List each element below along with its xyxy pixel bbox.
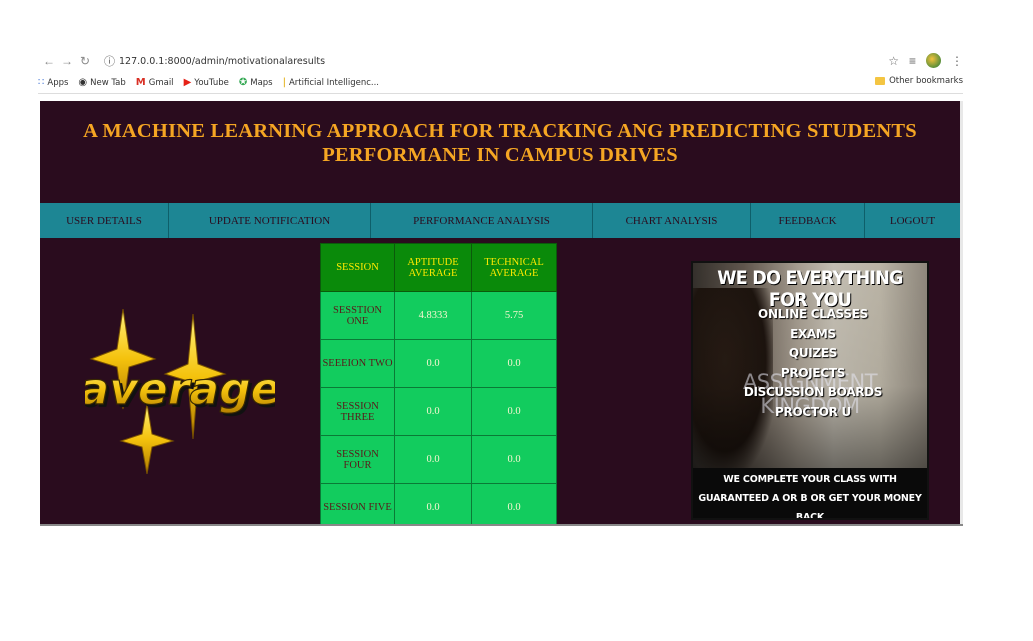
nav-user-details[interactable]: USER DETAILS — [40, 203, 169, 238]
bookmark-new-tab[interactable]: ◉ New Tab — [78, 77, 125, 88]
page-title: A MACHINE LEARNING APPROACH FOR TRACKING… — [40, 119, 960, 167]
menu-icon[interactable]: ⋮ — [951, 54, 963, 68]
page-content: A MACHINE LEARNING APPROACH FOR TRACKING… — [40, 101, 960, 525]
maps-icon: ✪ — [238, 77, 248, 88]
technical-cell: 0.0 — [471, 483, 557, 525]
aptitude-cell: 0.0 — [394, 483, 472, 525]
technical-cell: 0.0 — [471, 435, 557, 484]
nav-logout[interactable]: LOGOUT — [865, 203, 960, 238]
header-session: SESSION — [320, 243, 395, 292]
ad-item: ONLINE CLASSES — [758, 307, 868, 321]
address-bar-row: ← → ↻ ⓘ 127.0.0.1:8000/admin/motivationa… — [38, 51, 963, 71]
gmail-icon: M — [135, 77, 146, 88]
aptitude-cell: 0.0 — [394, 435, 472, 484]
page-bottom-border — [40, 524, 963, 526]
nav-update-notification[interactable]: UPDATE NOTIFICATION — [169, 203, 371, 238]
aptitude-cell: 0.0 — [394, 387, 472, 436]
average-image: average average — [79, 308, 283, 475]
ad-footer-line-1: WE COMPLETE YOUR CLASS WITH — [723, 474, 897, 485]
ad-footer: WE COMPLETE YOUR CLASS WITH GUARANTEED A… — [693, 470, 927, 520]
technical-cell: 5.75 — [471, 291, 557, 340]
page-scrollbar[interactable] — [960, 101, 963, 525]
ad-item: EXAMS — [790, 326, 836, 341]
main-nav: USER DETAILS UPDATE NOTIFICATION PERFORM… — [40, 203, 960, 238]
youtube-icon: ▶ — [183, 77, 192, 88]
address-bar[interactable]: ⓘ 127.0.0.1:8000/admin/motivationalaresu… — [104, 53, 325, 69]
table-row: SESSTION ONE 4.8333 5.75 — [320, 291, 557, 340]
ad-item: PROJECTS — [780, 365, 846, 380]
average-sparkle-graphic: average average — [79, 308, 283, 475]
advertisement-banner[interactable]: ASSIGNMENT KINGDOM WE DO EVERYTHING FOR … — [691, 261, 929, 520]
table-row: SEEEION TWO 0.0 0.0 — [320, 339, 557, 388]
technical-cell: 0.0 — [471, 339, 557, 388]
average-text: average — [85, 364, 275, 415]
table-row: SESSION FIVE 0.0 0.0 — [320, 483, 557, 525]
folder-icon — [875, 77, 886, 85]
bookmark-apps[interactable]: ∷ Apps — [38, 77, 68, 88]
session-cell: SESSION THREE — [320, 387, 395, 436]
star-icon[interactable]: ☆ — [888, 54, 899, 68]
session-cell: SESSION FIVE — [320, 483, 395, 525]
header-aptitude-average: APTITUDE AVERAGE — [394, 243, 472, 292]
ad-item: QUIZES — [788, 346, 838, 360]
session-cell: SESSTION ONE — [320, 291, 395, 340]
apps-icon: ∷ — [38, 77, 45, 88]
profile-avatar[interactable] — [926, 53, 941, 68]
title-line-2: PERFORMANE IN CAMPUS DRIVES — [322, 144, 678, 166]
info-icon[interactable]: ⓘ — [104, 53, 115, 69]
header-technical-average: TECHNICAL AVERAGE — [471, 243, 557, 292]
table-row: SESSION FOUR 0.0 0.0 — [320, 435, 557, 484]
title-line-1: A MACHINE LEARNING APPROACH FOR TRACKING… — [83, 120, 917, 142]
ad-item: PROCTOR U — [775, 404, 851, 419]
bookmark-maps[interactable]: ✪ Maps — [239, 77, 273, 88]
aptitude-cell: 4.8333 — [394, 291, 472, 340]
bookmark-gmail[interactable]: M Gmail — [136, 77, 174, 88]
toolbar-right: ☆ ≡ ⋮ — [888, 53, 963, 68]
reload-icon[interactable]: ↻ — [78, 54, 92, 68]
globe-icon: ◉ — [78, 77, 88, 88]
bookmark-youtube[interactable]: ▶ YouTube — [184, 77, 229, 88]
bookmark-ai[interactable]: | Artificial Intelligenc... — [283, 77, 379, 88]
nav-chart-analysis[interactable]: CHART ANALYSIS — [593, 203, 751, 238]
url-text[interactable]: 127.0.0.1:8000/admin/motivationalaresult… — [119, 56, 325, 67]
bookmark-icon: | — [282, 77, 286, 88]
nav-performance-analysis[interactable]: PERFORMANCE ANALYSIS — [371, 203, 593, 238]
table-header-row: SESSION APTITUDE AVERAGE TECHNICAL AVERA… — [320, 243, 557, 292]
table-row: SESSION THREE 0.0 0.0 — [320, 387, 557, 436]
ad-item: DISCUSSION BOARDS — [743, 385, 883, 399]
session-cell: SEEEION TWO — [320, 339, 395, 388]
ad-footer-line-2: GUARANTEED A OR B OR GET YOUR MONEY BACK — [698, 493, 922, 520]
aptitude-cell: 0.0 — [394, 339, 472, 388]
technical-cell: 0.0 — [471, 387, 557, 436]
nav-feedback[interactable]: FEEDBACK — [751, 203, 865, 238]
bookmarks-bar: ∷ Apps ◉ New Tab M Gmail ▶ YouTube ✪ Maps | Ar… — [38, 72, 963, 94]
session-cell: SESSION FOUR — [320, 435, 395, 484]
other-bookmarks[interactable]: Other bookmarks — [875, 76, 963, 86]
session-averages-table: SESSION APTITUDE AVERAGE TECHNICAL AVERA… — [320, 243, 557, 525]
forward-icon[interactable]: → — [60, 54, 74, 68]
back-icon[interactable]: ← — [42, 54, 56, 68]
browser-chrome: ← → ↻ ⓘ 127.0.0.1:8000/admin/motivationa… — [38, 51, 963, 97]
ad-service-list: ONLINE CLASSES EXAMS QUIZES PROJECTS DIS… — [733, 305, 893, 422]
reading-list-icon[interactable]: ≡ — [909, 54, 916, 68]
